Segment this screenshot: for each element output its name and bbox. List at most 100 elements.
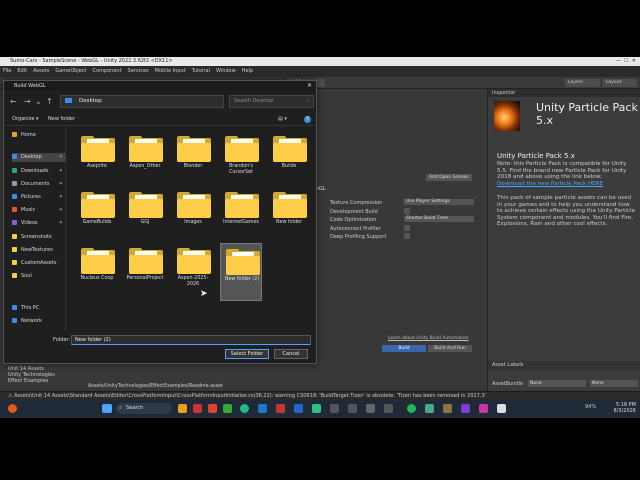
visual-studio-icon[interactable] <box>461 404 470 413</box>
console-status-bar[interactable]: ⚠ Assets\Unit 14 Assets\Standard Assets\… <box>0 391 640 400</box>
app-icon[interactable] <box>276 404 285 413</box>
clock[interactable]: 5:18 PM 8/3/2026 <box>610 402 636 414</box>
file-explorer-icon[interactable] <box>178 404 187 413</box>
menu-item[interactable]: Window <box>216 68 236 74</box>
menu-item[interactable]: Mobile Input <box>155 68 186 74</box>
cancel-button[interactable]: Cancel <box>274 349 308 359</box>
nav-item[interactable]: Music ✦ <box>12 206 66 215</box>
menu-item[interactable]: Edit <box>17 68 27 74</box>
project-tree-item[interactable]: Effect Examples <box>8 378 55 384</box>
folder-tile[interactable]: Brandon's CursorSet <box>220 131 262 189</box>
select-folder-button[interactable]: Select Folder <box>225 349 269 359</box>
menu-item[interactable]: Help <box>242 68 253 74</box>
menu-item[interactable]: Component <box>93 68 122 74</box>
dropdown-chevron-icon[interactable]: ⌄ <box>35 97 42 106</box>
nav-item[interactable]: Videos ✦ <box>12 219 66 228</box>
menu-item[interactable]: Assets <box>33 68 49 74</box>
help-icon[interactable]: ? <box>304 116 311 123</box>
app-icon[interactable] <box>479 404 488 413</box>
layers-dropdown[interactable]: Layers <box>565 79 600 87</box>
folder-tile[interactable]: New folder (2) <box>220 243 262 301</box>
up-arrow-icon[interactable]: ↑ <box>46 97 53 106</box>
window-controls[interactable]: — ☐ ✕ <box>616 57 636 66</box>
asset-variant-dropdown[interactable]: None <box>590 380 638 387</box>
build-and-run-button[interactable]: Build And Run <box>428 345 472 352</box>
folder-tile[interactable]: Images <box>172 187 214 245</box>
menu-item[interactable]: Services <box>128 68 149 74</box>
nav-item[interactable]: Documents ✦ <box>12 180 66 189</box>
view-options-icon[interactable]: ▤ ▾ <box>278 113 287 126</box>
menu-item[interactable]: File <box>3 68 11 74</box>
desktop-icon <box>65 98 72 103</box>
folder-label: Brandon's CursorSet <box>228 164 254 175</box>
address-bar[interactable]: Desktop <box>60 95 224 108</box>
outlook-icon[interactable] <box>258 404 267 413</box>
folder-icon <box>273 192 307 218</box>
app-icon[interactable] <box>193 404 202 413</box>
inspector-tab[interactable]: Inspector <box>488 89 640 97</box>
app-icon[interactable] <box>330 404 339 413</box>
menu-item[interactable]: GameObject <box>55 68 86 74</box>
menu-item[interactable]: Tutorial <box>192 68 210 74</box>
spotify-icon[interactable] <box>407 404 416 413</box>
unity-icon[interactable] <box>497 404 506 413</box>
app-icon[interactable] <box>425 404 434 413</box>
folder-name-input[interactable]: New folder (2) <box>71 335 311 345</box>
search-input[interactable]: Search Desktop ⌕ <box>229 95 314 108</box>
minecraft-icon[interactable] <box>223 404 232 413</box>
folder-tile[interactable]: InternetGames <box>220 187 262 245</box>
add-open-scenes-button[interactable]: Add Open Scenes <box>426 174 472 181</box>
build-setting-checkbox[interactable] <box>404 233 410 239</box>
nav-item[interactable]: NewTextures <box>12 246 66 255</box>
app-icon[interactable] <box>443 404 452 413</box>
back-arrow-icon[interactable]: ← <box>10 97 17 106</box>
battery-level[interactable]: 94% <box>585 404 596 410</box>
build-setting-dropdown[interactable]: Use Player Settings <box>404 199 474 205</box>
edge-icon[interactable] <box>240 404 249 413</box>
nav-item[interactable]: Network <box>12 317 66 326</box>
nav-item[interactable]: Screenshots <box>12 233 66 242</box>
folder-tile[interactable]: Nucleus Coop <box>76 243 118 301</box>
organize-button[interactable]: Organize ▾ <box>12 113 39 126</box>
folder-tile[interactable]: Blender <box>172 131 214 189</box>
app-icon[interactable] <box>348 404 357 413</box>
nav-item[interactable]: Desktop ✦ <box>12 153 66 162</box>
asset-bundle-dropdown[interactable]: None <box>528 380 586 387</box>
widgets-icon[interactable] <box>8 404 17 413</box>
nav-item[interactable]: Home <box>12 131 66 140</box>
new-folder-button[interactable]: New folder <box>48 113 75 126</box>
learn-build-automation-link[interactable]: Learn about Unity Build Automation <box>388 336 469 341</box>
nav-item[interactable]: Pictures ✦ <box>12 193 66 202</box>
nav-item[interactable]: CustomAssets <box>12 259 66 268</box>
app-icon[interactable] <box>312 404 321 413</box>
folder-tile[interactable]: Aspen_Other <box>124 131 166 189</box>
folder-tile[interactable]: GGJ <box>124 187 166 245</box>
nav-item[interactable]: Downloads ✦ <box>12 167 66 176</box>
nav-item[interactable]: This PC <box>12 304 66 313</box>
layout-dropdown[interactable]: Layout <box>603 79 637 87</box>
build-webgl-dialog: Build WebGL ✕ ← → ⌄ ↑ Desktop Search Des… <box>3 80 317 364</box>
taskbar-search[interactable]: ⌕ Search <box>116 403 172 414</box>
folder-tile[interactable]: Builds <box>268 131 310 189</box>
start-icon[interactable] <box>102 404 112 413</box>
forward-arrow-icon[interactable]: → <box>24 97 31 106</box>
folder-name-row: Folder: New folder (2) <box>4 335 316 349</box>
folder-tile[interactable]: PersonalProject <box>124 243 166 301</box>
build-setting-dropdown[interactable]: Shorter Build Time <box>404 216 474 222</box>
close-icon[interactable]: ✕ <box>307 81 312 91</box>
search-icon: ⌕ <box>306 98 309 104</box>
build-setting-checkbox[interactable] <box>404 207 410 214</box>
folder-tile[interactable]: Aseprite <box>76 131 118 189</box>
windows-taskbar: ⌕ Search 94% 5:18 PM 8/3/2026 <box>0 400 640 418</box>
folder-tile[interactable]: GameBuilds <box>76 187 118 245</box>
word-icon[interactable] <box>294 404 303 413</box>
app-icon[interactable] <box>366 404 375 413</box>
build-button[interactable]: Build <box>382 345 426 352</box>
build-setting-checkbox[interactable] <box>404 224 410 231</box>
folder-tile[interactable]: New folder <box>268 187 310 245</box>
nav-item[interactable]: Soul <box>12 272 66 281</box>
download-link[interactable]: Download the new Particle Pack HERE <box>497 181 637 188</box>
app-icon[interactable] <box>208 404 217 413</box>
app-icon[interactable] <box>384 404 393 413</box>
folder-icon <box>12 234 17 239</box>
